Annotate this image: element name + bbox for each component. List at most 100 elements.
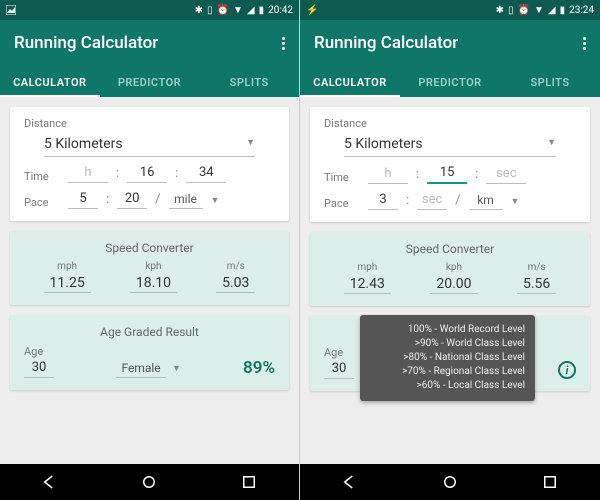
app-bar: Running Calculator CALCULATOR PREDICTOR … xyxy=(0,20,299,97)
recents-icon[interactable] xyxy=(240,473,258,491)
info-icon[interactable]: i xyxy=(558,361,576,379)
age-input[interactable]: 30 xyxy=(324,359,354,379)
overflow-menu-icon[interactable] xyxy=(583,37,586,50)
pace-seconds-input[interactable]: sec xyxy=(417,190,447,210)
pace-label: Pace xyxy=(24,196,62,209)
colon-sep: : xyxy=(473,167,480,184)
tab-splits[interactable]: SPLITS xyxy=(500,66,600,97)
wifi-icon: ▼ xyxy=(233,5,243,16)
time-hours-input[interactable]: h xyxy=(68,163,108,183)
mph-input[interactable]: 11.25 xyxy=(44,274,91,293)
back-icon[interactable] xyxy=(341,473,359,491)
tab-calculator[interactable]: CALCULATOR xyxy=(0,66,100,97)
content-area: Distance 5 Kilometers ▼ Time h : 16 : 34… xyxy=(0,97,299,464)
time-label: Time xyxy=(24,170,62,183)
signal-icon: ◢ xyxy=(548,5,556,16)
distance-label: Distance xyxy=(324,117,576,130)
chevron-down-icon: ▼ xyxy=(172,363,181,377)
ms-label: m/s xyxy=(517,262,556,273)
status-time: 20:42 xyxy=(268,5,293,16)
pace-seconds-input[interactable]: 20 xyxy=(117,189,147,209)
input-card: Distance 5 Kilometers ▼ Time h : 16 : 34… xyxy=(10,107,289,221)
time-minutes-input[interactable]: 15 xyxy=(427,163,467,184)
time-minutes-input[interactable]: 16 xyxy=(127,163,167,183)
mph-input[interactable]: 12.43 xyxy=(344,275,391,294)
age-graded-pct: 89% xyxy=(243,358,275,378)
age-input[interactable]: 30 xyxy=(24,358,54,378)
chevron-down-icon: ▼ xyxy=(511,196,520,210)
nav-bar xyxy=(0,464,299,500)
battery-icon: ▮ xyxy=(259,5,265,16)
overflow-menu-icon[interactable] xyxy=(282,37,285,50)
speed-title: Speed Converter xyxy=(24,241,275,255)
home-icon[interactable] xyxy=(140,473,158,491)
ms-label: m/s xyxy=(216,261,255,272)
battery-icon: ▮ xyxy=(560,5,566,16)
colon-sep: : xyxy=(414,167,421,184)
alarm-icon: ⏰ xyxy=(518,5,530,16)
speed-card: Speed Converter mph 12.43 kph 20.00 m/s 5.5… xyxy=(310,232,590,306)
content-area: Distance 5 Kilometers ▼ Time h : 15 : se… xyxy=(300,97,600,464)
kph-label: kph xyxy=(430,262,477,273)
tab-splits[interactable]: SPLITS xyxy=(199,66,299,97)
gender-dropdown[interactable]: Female xyxy=(116,361,166,378)
colon-sep: : xyxy=(173,166,180,183)
recents-icon[interactable] xyxy=(541,473,559,491)
tab-predictor[interactable]: PREDICTOR xyxy=(400,66,500,97)
tab-bar: CALCULATOR PREDICTOR SPLITS xyxy=(0,66,299,97)
app-bar: Running Calculator CALCULATOR PREDICTOR … xyxy=(300,20,600,97)
kph-input[interactable]: 20.00 xyxy=(430,275,477,294)
time-hours-input[interactable]: h xyxy=(368,164,408,184)
distance-label: Distance xyxy=(24,117,275,130)
bluetooth-icon: ✱ xyxy=(195,5,203,16)
vibrate-icon: ▯ xyxy=(508,5,514,16)
pace-label: Pace xyxy=(324,197,362,210)
ms-input[interactable]: 5.03 xyxy=(216,274,255,293)
mph-label: mph xyxy=(344,262,391,273)
tooltip-line: 100% - World Record Level xyxy=(370,323,525,337)
distance-dropdown[interactable]: 5 Kilometers ▼ xyxy=(344,132,556,157)
vibrate-icon: ▯ xyxy=(207,5,213,16)
tab-calculator[interactable]: CALCULATOR xyxy=(300,66,400,97)
tooltip-line: >70% - Regional Class Level xyxy=(370,365,525,379)
ms-input[interactable]: 5.56 xyxy=(517,275,556,294)
phone-left: ✱ ▯ ⏰ ▼ ◢ ▮ 20:42 Running Calculator CAL… xyxy=(0,0,300,500)
distance-dropdown[interactable]: 5 Kilometers ▼ xyxy=(44,132,255,157)
phone-right: ⚡ ✱ ▯ ⏰ ▼ ◢ ▮ 23:24 Running Calculator C… xyxy=(300,0,600,500)
charging-icon: ⚡ xyxy=(306,5,316,15)
status-time: 23:24 xyxy=(569,5,594,16)
pace-minutes-input[interactable]: 3 xyxy=(368,190,398,210)
back-icon[interactable] xyxy=(41,473,59,491)
speed-title: Speed Converter xyxy=(324,242,576,256)
pace-unit-dropdown[interactable]: km xyxy=(469,193,503,210)
wifi-icon: ▼ xyxy=(534,5,544,16)
pace-minutes-input[interactable]: 5 xyxy=(68,189,98,209)
tooltip-line: >60% - Local Class Level xyxy=(370,379,525,393)
chevron-down-icon: ▼ xyxy=(246,137,255,151)
speed-card: Speed Converter mph11.25 kph18.10 m/s5.0… xyxy=(10,231,289,305)
chevron-down-icon: ▼ xyxy=(211,195,220,209)
age-grade-tooltip: 100% - World Record Level >90% - World C… xyxy=(360,315,535,401)
alarm-icon: ⏰ xyxy=(217,5,229,16)
status-bar: ⚡ ✱ ▯ ⏰ ▼ ◢ ▮ 23:24 xyxy=(300,0,600,20)
kph-input[interactable]: 18.10 xyxy=(130,274,177,293)
age-title: Age Graded Result xyxy=(24,325,275,339)
status-bar: ✱ ▯ ⏰ ▼ ◢ ▮ 20:42 xyxy=(0,0,299,20)
colon-sep: : xyxy=(114,166,121,183)
time-seconds-input[interactable]: sec xyxy=(486,164,526,184)
input-card: Distance 5 Kilometers ▼ Time h : 15 : se… xyxy=(310,107,590,222)
home-icon[interactable] xyxy=(441,473,459,491)
bluetooth-icon: ✱ xyxy=(496,5,504,16)
mph-label: mph xyxy=(44,261,91,272)
slash-sep: / xyxy=(453,193,462,210)
distance-value: 5 Kilometers xyxy=(344,136,423,152)
slash-sep: / xyxy=(153,192,162,209)
chevron-down-icon: ▼ xyxy=(547,137,556,151)
tab-bar: CALCULATOR PREDICTOR SPLITS xyxy=(300,66,600,97)
tab-predictor[interactable]: PREDICTOR xyxy=(100,66,200,97)
pace-unit-dropdown[interactable]: mile xyxy=(169,192,203,209)
age-label: Age xyxy=(324,346,354,359)
app-title: Running Calculator xyxy=(314,33,458,53)
time-seconds-input[interactable]: 34 xyxy=(186,163,226,183)
time-label: Time xyxy=(324,171,362,184)
